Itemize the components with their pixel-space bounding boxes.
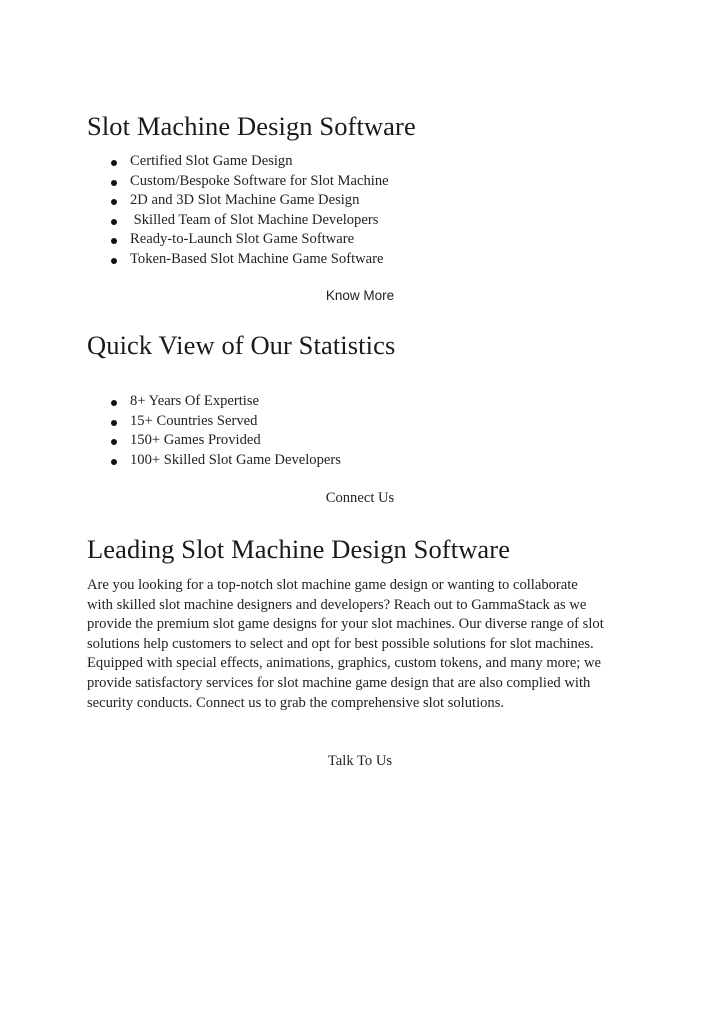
talk-to-us-link[interactable]: Talk To Us	[328, 753, 392, 769]
list-item: 8+ Years Of Expertise	[87, 392, 341, 412]
bullet-icon	[111, 257, 117, 264]
statistics-list: 8+ Years Of Expertise 15+ Countries Serv…	[87, 392, 341, 470]
connect-us-link[interactable]: Connect Us	[326, 490, 395, 506]
bullet-icon	[111, 419, 117, 426]
list-item: Skilled Team of Slot Machine Developers	[87, 211, 389, 231]
bullet-icon	[111, 160, 117, 166]
list-item: 15+ Countries Served	[87, 412, 341, 432]
know-more-link-row: Know More	[0, 288, 720, 303]
bullet-icon	[111, 179, 117, 186]
list-item: 100+ Skilled Slot Game Developers	[87, 451, 341, 471]
section-heading-slot-machine-design-software: Slot Machine Design Software	[87, 111, 416, 141]
section-heading-leading-slot-machine: Leading Slot Machine Design Software	[87, 534, 511, 564]
list-item: 150+ Games Provided	[87, 431, 341, 451]
list-item: Certified Slot Game Design	[87, 152, 389, 172]
bullet-icon	[111, 400, 117, 406]
section-heading-statistics: Quick View of Our Statistics	[87, 330, 396, 360]
list-item: 2D and 3D Slot Machine Game Design	[87, 191, 389, 211]
bullet-icon	[111, 458, 117, 465]
talk-to-us-link-row: Talk To Us	[0, 753, 720, 770]
bullet-icon	[111, 218, 117, 225]
description-paragraph: Are you looking for a top-notch slot mac…	[87, 577, 604, 711]
list-item: Token-Based Slot Machine Game Software	[87, 250, 389, 270]
document-page: Slot Machine Design Software Certified S…	[0, 0, 720, 1017]
list-item: Ready-to-Launch Slot Game Software	[87, 230, 389, 250]
bullet-icon	[111, 199, 117, 205]
know-more-link[interactable]: Know More	[326, 288, 394, 303]
list-item: Custom/Bespoke Software for Slot Machine	[87, 172, 389, 192]
connect-us-link-row: Connect Us	[0, 490, 720, 507]
features-list: Certified Slot Game Design Custom/Bespok…	[87, 152, 389, 269]
bullet-icon	[111, 439, 117, 445]
bullet-icon	[111, 238, 117, 244]
